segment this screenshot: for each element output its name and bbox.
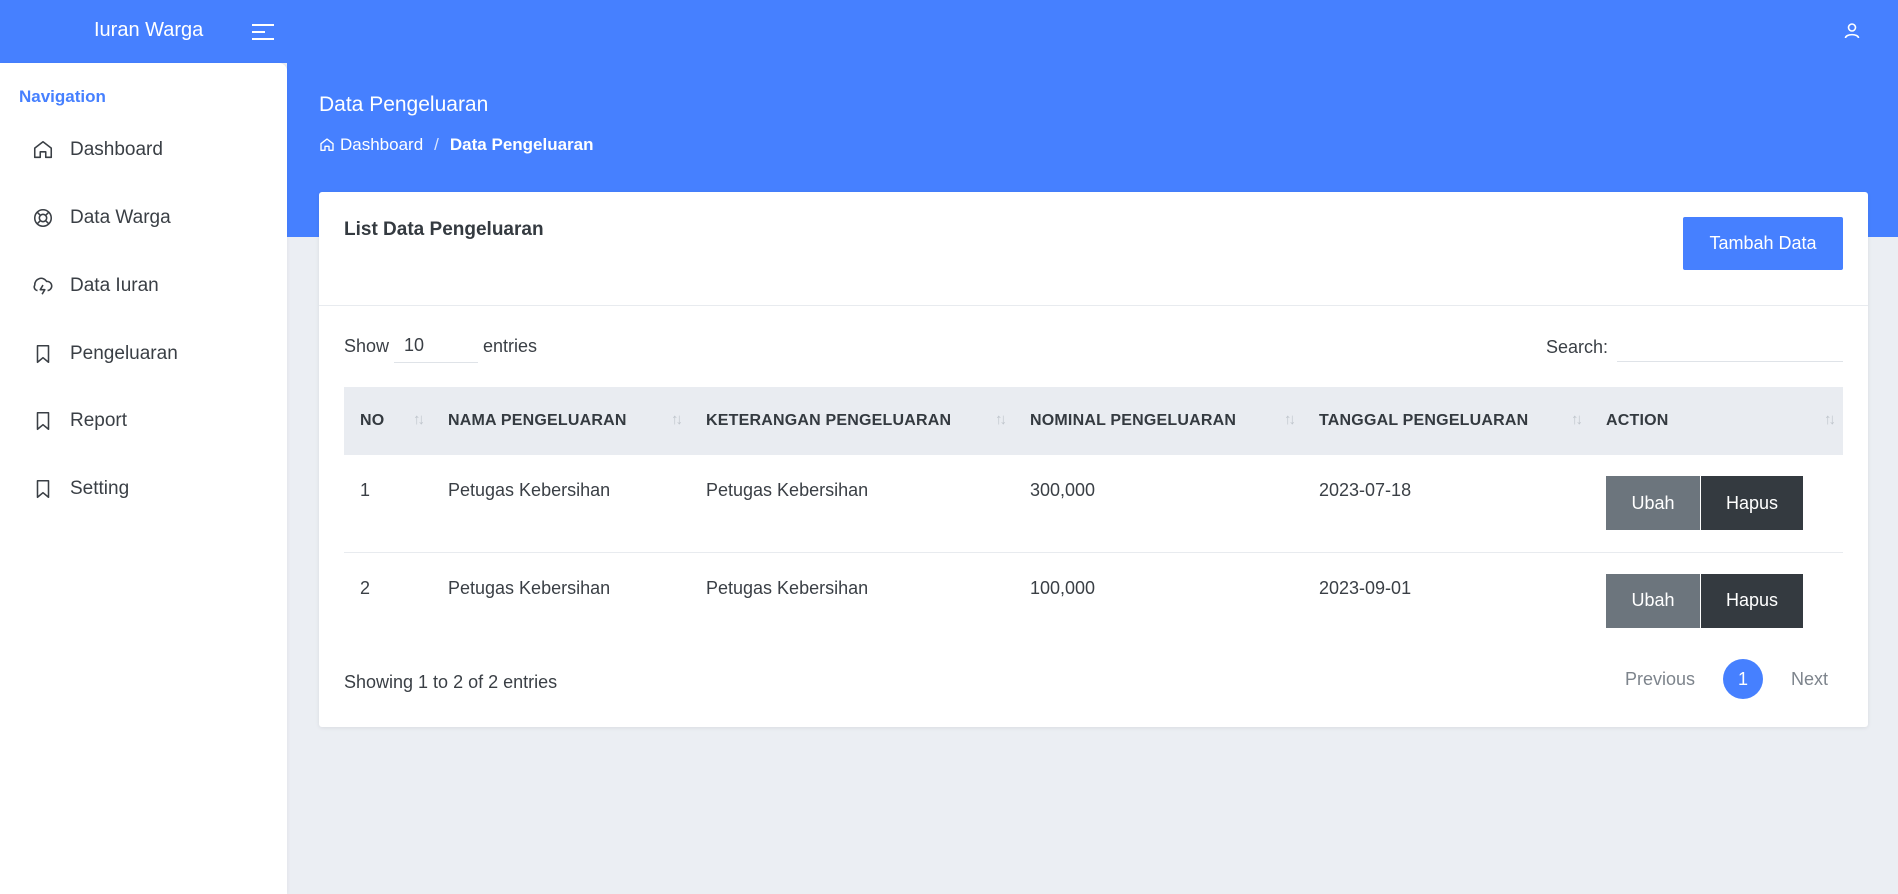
entries-length-control: Show 10 entries xyxy=(344,329,537,363)
menu-toggle-icon[interactable] xyxy=(252,22,276,42)
cell-nama: Petugas Kebersihan xyxy=(448,577,611,598)
table-row: 2 Petugas Kebersihan Petugas Kebersihan … xyxy=(344,552,1843,649)
page-1-button[interactable]: 1 xyxy=(1722,659,1763,699)
previous-page-button[interactable]: Previous xyxy=(1605,669,1715,690)
sidebar-item-label: Data Warga xyxy=(70,207,171,228)
column-header-action[interactable]: ACTION ↑↓ xyxy=(1590,387,1843,455)
search-label: Search: xyxy=(1545,336,1608,357)
table-row: 1 Petugas Kebersihan Petugas Kebersihan … xyxy=(344,455,1843,552)
breadcrumb-home-label: Dashboard xyxy=(340,135,424,154)
column-header-no[interactable]: NO ↑↓ xyxy=(344,387,432,455)
home-icon xyxy=(33,140,53,159)
show-label: Show xyxy=(344,335,390,356)
pagination: Previous 1 Next xyxy=(1605,659,1848,699)
bookmark-icon xyxy=(36,411,50,431)
table-header-row: NO ↑↓ NAMA PENGELUARAN ↑↓ KETERANGAN PENGE… xyxy=(344,387,1843,455)
data-card: List Data Pengeluaran Tambah Data Show 1… xyxy=(319,192,1868,727)
cloud-lightning-icon xyxy=(33,277,53,295)
next-page-button[interactable]: Next xyxy=(1771,669,1848,690)
breadcrumb: Dashboard / Data Pengeluaran xyxy=(319,135,594,155)
search-input[interactable] xyxy=(1617,332,1843,362)
sidebar-item-setting[interactable]: Setting xyxy=(32,474,129,504)
cell-action: Ubah Hapus xyxy=(1590,455,1843,552)
cell-action: Ubah Hapus xyxy=(1590,552,1843,649)
sort-icon: ↑↓ xyxy=(1571,411,1583,428)
sidebar-item-label: Pengeluaran xyxy=(70,343,178,364)
edit-button[interactable]: Ubah xyxy=(1606,476,1700,530)
table-info: Showing 1 to 2 of 2 entries xyxy=(344,672,558,692)
lifebuoy-icon xyxy=(33,208,53,228)
cell-nominal: 100,000 xyxy=(1030,577,1096,598)
sidebar-item-pengeluaran[interactable]: Pengeluaran xyxy=(32,339,178,369)
user-icon[interactable] xyxy=(1842,21,1862,41)
sidebar-item-label: Data Iuran xyxy=(70,275,159,296)
nav-caption: Navigation xyxy=(19,87,106,106)
sort-icon: ↑↓ xyxy=(671,411,683,428)
search-control: Search: xyxy=(1546,332,1843,362)
column-header-tanggal[interactable]: TANGGAL PENGELUARAN ↑↓ xyxy=(1303,387,1590,455)
bookmark-icon xyxy=(36,344,50,364)
expenses-table: NO ↑↓ NAMA PENGELUARAN ↑↓ KETERANGAN PENGE… xyxy=(344,387,1843,649)
sort-icon: ↑↓ xyxy=(1284,411,1296,428)
delete-button[interactable]: Hapus xyxy=(1701,573,1803,628)
column-header-nama[interactable]: NAMA PENGELUARAN ↑↓ xyxy=(432,387,690,455)
entries-select[interactable]: 10 xyxy=(394,329,479,363)
column-header-nominal[interactable]: NOMINAL PENGELUARAN ↑↓ xyxy=(1014,387,1303,455)
cell-tanggal: 2023-07-18 xyxy=(1319,480,1412,500)
sidebar-item-label: Report xyxy=(70,410,128,431)
sidebar-item-dashboard[interactable]: Dashboard xyxy=(32,135,163,165)
cell-no: 2 xyxy=(360,577,371,598)
sidebar-item-label: Dashboard xyxy=(70,139,163,160)
sort-asc-icon: ↑↓ xyxy=(413,411,425,428)
breadcrumb-current: Data Pengeluaran xyxy=(449,135,594,154)
sidebar-item-data-iuran[interactable]: Data Iuran xyxy=(32,271,159,301)
cell-no: 1 xyxy=(360,480,371,500)
sidebar: Navigation Dashboard Data Warga Data Iur… xyxy=(0,63,287,894)
column-header-keterangan[interactable]: KETERANGAN PENGELUARAN ↑↓ xyxy=(690,387,1014,455)
top-header xyxy=(0,0,1898,63)
app-brand[interactable]: Iuran Warga xyxy=(94,19,203,42)
home-icon xyxy=(320,138,334,151)
sort-icon: ↑↓ xyxy=(995,411,1007,428)
bookmark-icon xyxy=(36,479,50,499)
cell-keterangan: Petugas Kebersihan xyxy=(706,577,869,598)
sidebar-item-data-warga[interactable]: Data Warga xyxy=(32,203,171,233)
breadcrumb-separator: / xyxy=(434,135,439,154)
page-title: Data Pengeluaran xyxy=(319,93,489,116)
cell-tanggal: 2023-09-01 xyxy=(1319,577,1412,598)
card-title: List Data Pengeluaran xyxy=(344,219,544,240)
breadcrumb-home-link[interactable]: Dashboard xyxy=(319,135,423,155)
sidebar-item-label: Setting xyxy=(70,478,130,499)
cell-nominal: 300,000 xyxy=(1030,480,1096,500)
sidebar-item-report[interactable]: Report xyxy=(32,406,127,436)
card-header: List Data Pengeluaran Tambah Data xyxy=(319,192,1868,306)
cell-keterangan: Petugas Kebersihan xyxy=(706,480,869,500)
sort-icon: ↑↓ xyxy=(1824,411,1836,428)
add-data-button[interactable]: Tambah Data xyxy=(1683,217,1843,270)
edit-button[interactable]: Ubah xyxy=(1606,573,1700,628)
cell-nama: Petugas Kebersihan xyxy=(448,480,611,500)
delete-button[interactable]: Hapus xyxy=(1701,476,1803,530)
entries-label: entries xyxy=(483,335,538,356)
